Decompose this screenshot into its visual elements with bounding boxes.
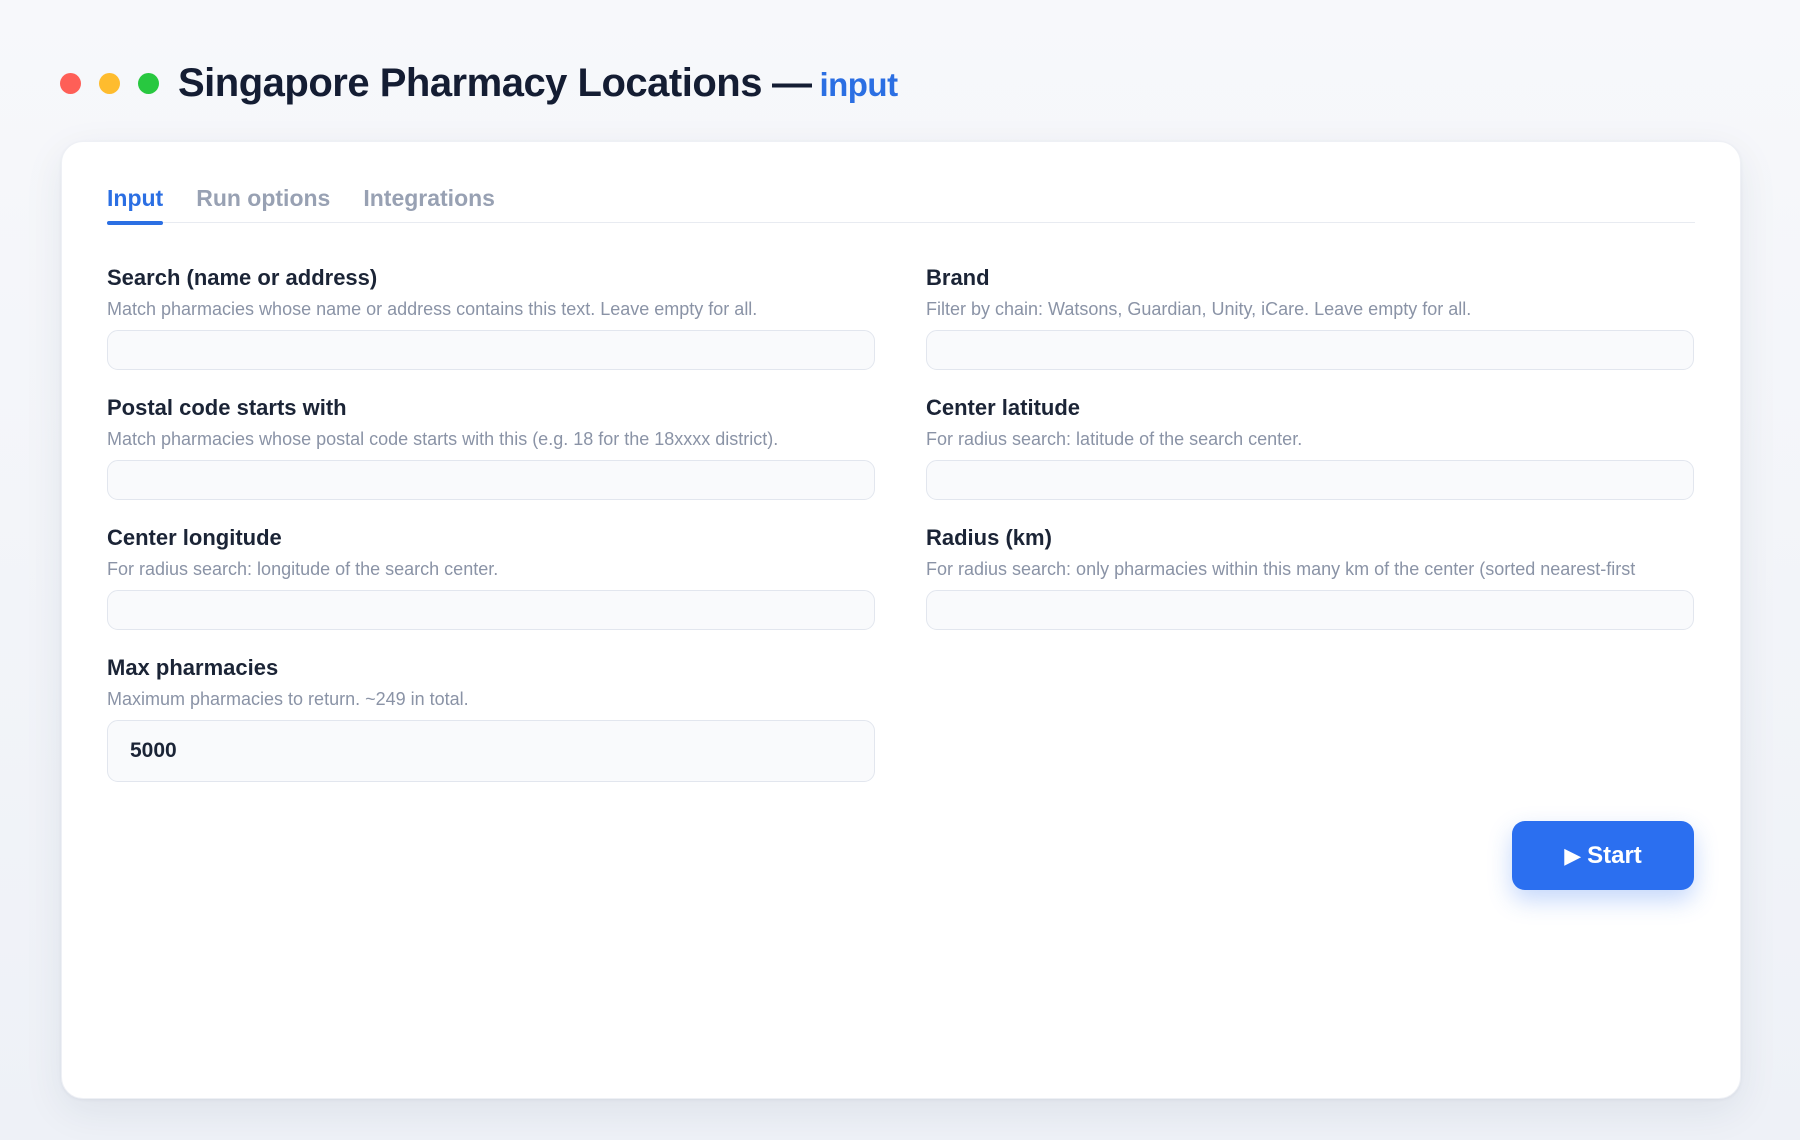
max-pharmacies-label: Max pharmacies <box>107 655 279 680</box>
radius-field-group: Radius (km) For radius search: only phar… <box>926 524 1694 630</box>
tab-bar: Input Run options Integrations <box>107 178 1695 225</box>
tab-run-options[interactable]: Run options <box>196 178 330 222</box>
radius-input[interactable] <box>926 590 1694 630</box>
postal-field-group: Postal code starts with Match pharmacies… <box>107 394 875 500</box>
radius-label: Radius (km) <box>926 525 1052 550</box>
brand-input[interactable] <box>926 330 1694 370</box>
page-title-text: Singapore Pharmacy Locations <box>178 60 762 105</box>
radius-help: For radius search: only pharmacies withi… <box>926 559 1636 579</box>
latitude-field-group: Center latitude For radius search: latit… <box>926 394 1694 500</box>
max-pharmacies-input[interactable] <box>107 720 875 782</box>
longitude-field-group: Center longitude For radius search: long… <box>107 524 875 630</box>
max-pharmacies-help: Maximum pharmacies to return. ~249 in to… <box>107 689 469 709</box>
title-separator: — <box>771 60 812 105</box>
page-subtitle: input <box>819 65 898 103</box>
title-bar: Singapore Pharmacy Locations — input <box>60 58 898 108</box>
play-icon: ▶ <box>1564 842 1582 868</box>
max-pharmacies-field-group: Max pharmacies Maximum pharmacies to ret… <box>107 654 875 782</box>
search-field-group: Search (name or address) Match pharmacie… <box>107 264 875 370</box>
page-title: Singapore Pharmacy Locations — input <box>178 61 898 106</box>
postal-help: Match pharmacies whose postal code start… <box>107 429 779 449</box>
longitude-label: Center longitude <box>107 525 282 550</box>
tab-input[interactable]: Input <box>107 178 164 225</box>
start-button[interactable]: ▶ Start <box>1512 821 1694 890</box>
input-form-card: Input Run options Integrations Search (n… <box>61 141 1741 1099</box>
start-button-label: Start <box>1587 841 1642 869</box>
postal-code-input[interactable] <box>107 460 875 500</box>
search-label: Search (name or address) <box>107 265 378 290</box>
longitude-input[interactable] <box>107 590 875 630</box>
search-help: Match pharmacies whose name or address c… <box>107 299 758 319</box>
tab-integrations[interactable]: Integrations <box>363 178 495 222</box>
search-input[interactable] <box>107 330 875 370</box>
minimize-window-icon[interactable] <box>99 72 120 94</box>
maximize-window-icon[interactable] <box>138 72 159 94</box>
latitude-input[interactable] <box>926 460 1694 500</box>
brand-field-group: Brand Filter by chain: Watsons, Guardian… <box>926 264 1694 370</box>
postal-label: Postal code starts with <box>107 395 347 420</box>
close-window-icon[interactable] <box>60 72 81 94</box>
brand-label: Brand <box>926 265 990 290</box>
brand-help: Filter by chain: Watsons, Guardian, Unit… <box>926 299 1472 319</box>
latitude-label: Center latitude <box>926 395 1081 420</box>
longitude-help: For radius search: longitude of the sear… <box>107 559 499 579</box>
latitude-help: For radius search: latitude of the searc… <box>926 429 1303 449</box>
